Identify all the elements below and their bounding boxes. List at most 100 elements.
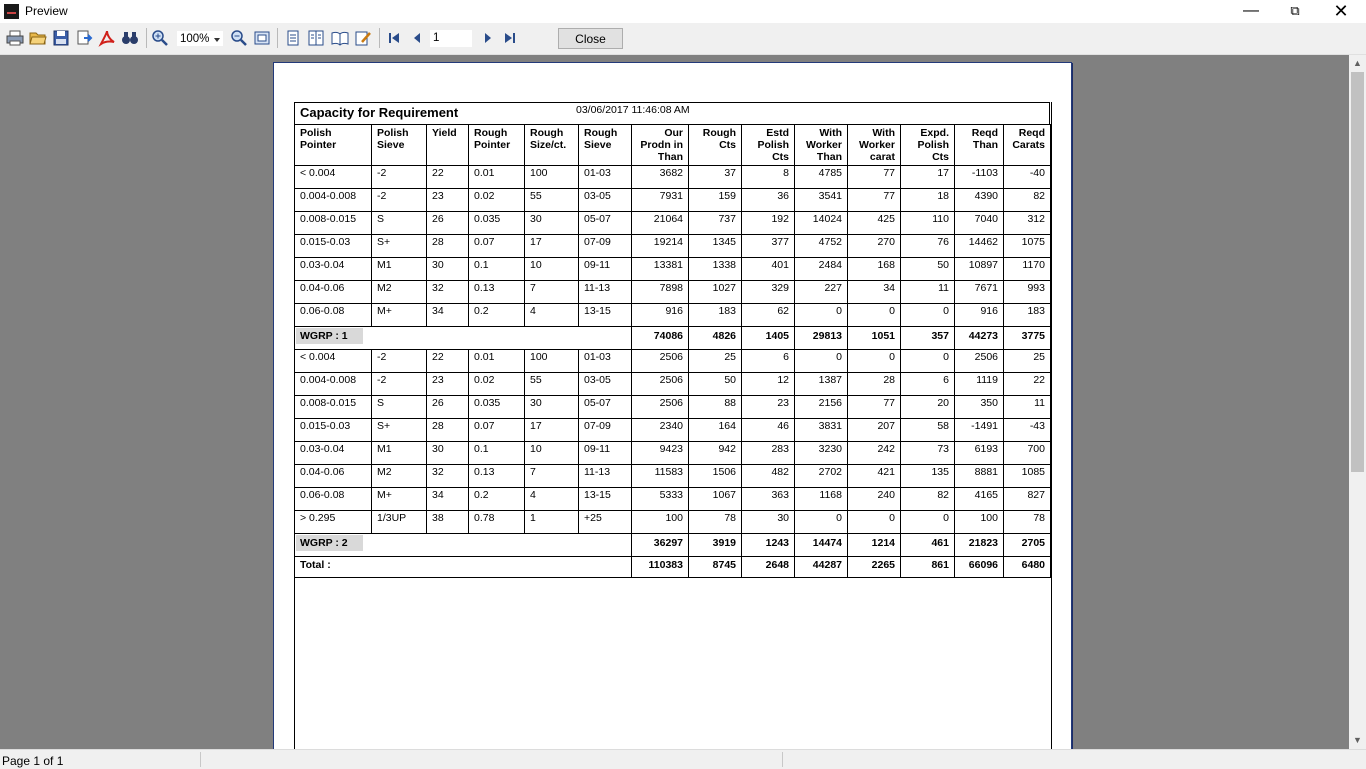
scrollbar-thumb[interactable] (1351, 72, 1364, 472)
multiple-pages-icon[interactable] (307, 29, 325, 47)
capacity-table: Polish Pointer Polish Sieve Yield Rough Pointe… (294, 124, 1051, 578)
save-icon[interactable] (52, 29, 70, 47)
table-cell: 4752 (794, 234, 848, 258)
column-header-line: Reqd (971, 127, 998, 139)
table-cell: 34 (426, 303, 469, 327)
close-window-button[interactable]: ✕ (1318, 0, 1364, 23)
edit-page-icon[interactable] (354, 29, 372, 47)
vertical-scrollbar[interactable]: ▲ ▼ (1349, 55, 1366, 749)
table-cell: -2 (371, 372, 427, 396)
table-cell: 240 (847, 487, 901, 511)
table-cell: 942 (688, 441, 742, 465)
table-cell: 0.04-0.06 (294, 464, 372, 488)
table-cell: 07-09 (578, 234, 632, 258)
table-header-row: Polish Pointer Polish Sieve Yield Rough Pointe… (294, 124, 1051, 166)
table-cell: < 0.004 (294, 165, 372, 189)
table-cell: 13381 (631, 257, 689, 281)
table-cell: 1 (524, 510, 579, 534)
find-binoculars-icon[interactable] (121, 29, 139, 47)
table-cell: 100 (954, 510, 1004, 534)
scroll-up-icon[interactable]: ▲ (1349, 55, 1366, 72)
table-cell: 78 (688, 510, 742, 534)
table-cell: 10897 (954, 257, 1004, 281)
page-number-input[interactable]: 1 (430, 30, 472, 47)
column-header-line: Polish (917, 139, 949, 151)
table-cell: -1491 (954, 418, 1004, 442)
total-cell: 1214 (847, 533, 901, 557)
table-cell: 270 (847, 234, 901, 258)
column-header-line: Worker (859, 139, 895, 151)
group-total-row: WGRP : 2 36297 3919 1243 14474 1214 461 21823 27… (294, 533, 1051, 557)
column-header-line: Than (816, 151, 842, 163)
column-header-line: Polish (377, 127, 409, 139)
table-cell: 7 (524, 280, 579, 304)
table-cell: 32 (426, 464, 469, 488)
fit-page-icon[interactable] (253, 29, 271, 47)
total-label: WGRP : 2 (296, 535, 363, 551)
table-cell: 916 (631, 303, 689, 327)
column-header-line: Rough (702, 127, 736, 139)
table-row: 0.015-0.03 S+ 28 0.07 17 07-09 2340 164 46 3831 20… (294, 418, 1051, 442)
table-cell: 0.06-0.08 (294, 303, 372, 327)
table-cell: 30 (426, 257, 469, 281)
table-cell: -1103 (954, 165, 1004, 189)
window-title: Preview (25, 4, 68, 18)
table-cell: M+ (371, 303, 427, 327)
total-cell: 2648 (741, 556, 795, 578)
status-divider (782, 752, 783, 767)
column-header-line: Rough (474, 127, 508, 139)
table-row: 0.004-0.008 -2 23 0.02 55 03-05 2506 50 12 1387 28… (294, 372, 1051, 396)
table-cell: 0.03-0.04 (294, 441, 372, 465)
table-cell: 0.035 (468, 211, 525, 235)
table-cell: 82 (1003, 188, 1051, 212)
last-page-icon[interactable] (501, 29, 519, 47)
minimize-button[interactable]: — (1228, 0, 1274, 23)
restore-button[interactable]: ⧉ (1272, 0, 1318, 23)
table-cell: 350 (954, 395, 1004, 419)
total-label: WGRP : 1 (296, 328, 363, 344)
close-button[interactable]: Close (558, 28, 623, 49)
table-cell: 242 (847, 441, 901, 465)
table-cell: 2506 (631, 372, 689, 396)
table-cell: 0.01 (468, 349, 525, 373)
total-cell: 1405 (741, 326, 795, 350)
total-cell: 21823 (954, 533, 1004, 557)
table-cell: M1 (371, 441, 427, 465)
zoom-out-icon[interactable] (230, 29, 248, 47)
table-cell: 11-13 (578, 280, 632, 304)
table-cell: 09-11 (578, 257, 632, 281)
table-cell: -2 (371, 165, 427, 189)
table-cell: S+ (371, 234, 427, 258)
table-cell: 37 (688, 165, 742, 189)
single-page-icon[interactable] (284, 29, 302, 47)
zoom-in-icon[interactable] (151, 29, 169, 47)
table-cell: 30 (741, 510, 795, 534)
open-folder-icon[interactable] (29, 29, 47, 47)
table-cell: 0 (847, 349, 901, 373)
scroll-down-icon[interactable]: ▼ (1349, 732, 1366, 749)
zoom-value: 100% (180, 33, 210, 45)
print-icon[interactable] (6, 29, 24, 47)
preview-viewport[interactable]: Capacity for Requirement 03/06/2017 11:4… (0, 55, 1349, 749)
table-cell: 1345 (688, 234, 742, 258)
table-cell: 23 (741, 395, 795, 419)
column-header: Polish Sieve (371, 124, 427, 166)
table-cell: 17 (524, 418, 579, 442)
pdf-icon[interactable] (98, 29, 116, 47)
table-cell: 135 (900, 464, 955, 488)
export-icon[interactable] (75, 29, 93, 47)
total-label-cell: Total : (294, 556, 632, 578)
toolbar-separator (146, 28, 147, 48)
table-cell: 1/3UP (371, 510, 427, 534)
column-header-line: Worker (806, 139, 842, 151)
previous-page-icon[interactable] (408, 29, 426, 47)
total-cell: 36297 (631, 533, 689, 557)
table-cell: 0 (847, 303, 901, 327)
first-page-icon[interactable] (385, 29, 403, 47)
table-cell: 20 (900, 395, 955, 419)
table-cell: 62 (741, 303, 795, 327)
book-view-icon[interactable] (331, 29, 349, 47)
zoom-select[interactable]: 100% (176, 30, 224, 47)
table-cell: 7 (524, 464, 579, 488)
next-page-icon[interactable] (479, 29, 497, 47)
